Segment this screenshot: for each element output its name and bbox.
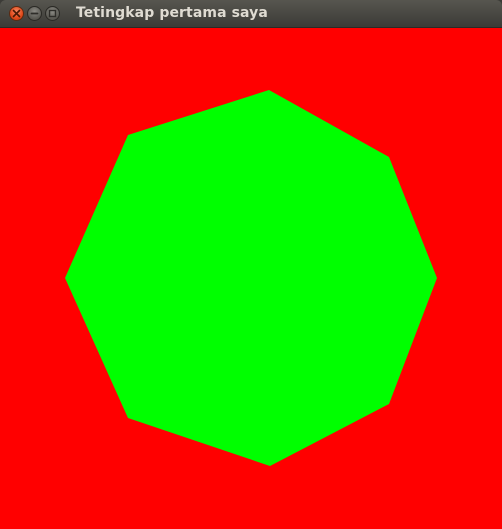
close-icon [12,9,21,18]
title-bar[interactable]: Tetingkap pertama saya [0,0,502,28]
maximize-button[interactable] [45,6,60,21]
minimize-button[interactable] [27,6,42,21]
green-octagon [65,90,437,466]
drawing-surface [65,90,437,466]
close-button[interactable] [9,6,24,21]
window-title: Tetingkap pertama saya [76,5,268,21]
minimize-icon [30,12,39,15]
drawing-canvas [0,28,502,529]
maximize-icon [48,9,57,18]
window-controls [9,6,60,22]
app-window: Tetingkap pertama saya [0,0,502,529]
